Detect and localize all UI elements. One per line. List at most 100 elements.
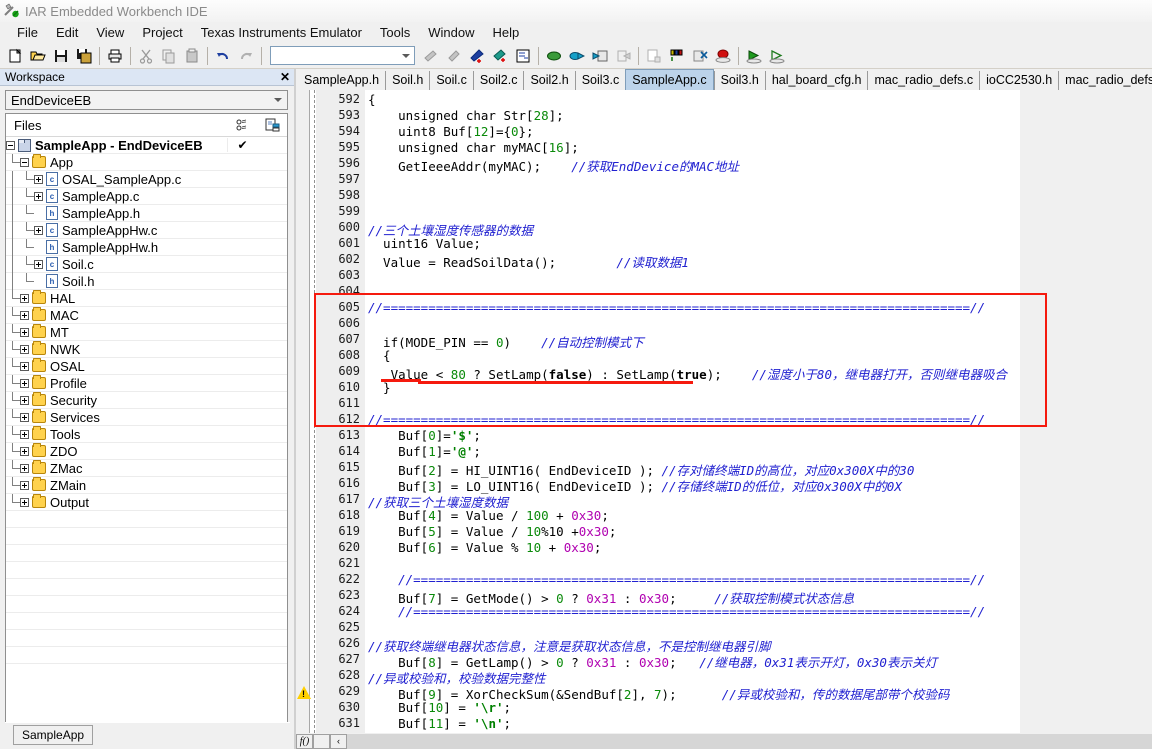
code-line[interactable]: uint16 Value; — [368, 236, 481, 251]
tree-item-mt[interactable]: MT — [6, 323, 287, 341]
tree-item-nwk[interactable]: NWK — [6, 340, 287, 358]
tree-item-profile[interactable]: Profile — [6, 374, 287, 392]
tree-item-mac[interactable]: MAC — [6, 306, 287, 324]
make-icon[interactable] — [566, 45, 588, 67]
code-line[interactable]: //======================================… — [368, 572, 985, 587]
expand-icon[interactable] — [20, 293, 29, 303]
tree-item-zmac[interactable]: ZMac — [6, 459, 287, 477]
expand-icon[interactable] — [20, 395, 29, 405]
code-line[interactable]: { — [368, 348, 391, 363]
code-line[interactable]: unsigned char myMAC[16]; — [368, 140, 579, 155]
editor-tab-mac-radio-defs-c[interactable]: mac_radio_defs.c — [867, 71, 980, 90]
breakpoint-gutter[interactable] — [296, 90, 310, 733]
expand-icon[interactable] — [34, 174, 43, 184]
code-line[interactable]: Buf[10] = '\r'; — [368, 700, 511, 715]
scroll-misc-button[interactable] — [313, 733, 330, 749]
menu-help[interactable]: Help — [484, 23, 529, 42]
copy-icon[interactable] — [158, 45, 180, 67]
code-line[interactable]: Value = ReadSoilData(); //读取数据1 — [368, 252, 689, 271]
expand-icon[interactable] — [20, 463, 29, 473]
editor-tab-soil3-c[interactable]: Soil3.c — [574, 71, 626, 90]
find-icon[interactable] — [420, 45, 442, 67]
download-and-debug-icon[interactable] — [743, 45, 765, 67]
editor-tab-soil-h[interactable]: Soil.h — [385, 71, 430, 90]
tree-item-security[interactable]: Security — [6, 391, 287, 409]
cut-icon[interactable] — [135, 45, 157, 67]
tree-item-zdo[interactable]: ZDO — [6, 442, 287, 460]
code-line[interactable]: uint8 Buf[12]={0}; — [368, 124, 534, 139]
goto-bookmark-icon[interactable] — [512, 45, 534, 67]
bookmark-toggle-icon[interactable] — [666, 45, 688, 67]
expand-icon[interactable] — [34, 191, 43, 201]
expand-icon[interactable] — [34, 225, 43, 235]
code-line[interactable]: Buf[0]='$'; — [368, 428, 481, 443]
find-previous-icon[interactable] — [466, 45, 488, 67]
editor-tab-sampleapp-h[interactable]: SampleApp.h — [298, 71, 386, 90]
menu-file[interactable]: File — [8, 23, 47, 42]
toggle-breakpoint-icon[interactable] — [643, 45, 665, 67]
code-line[interactable]: } — [368, 380, 391, 395]
editor-tab-soil2-c[interactable]: Soil2.c — [472, 71, 524, 90]
expand-icon[interactable] — [20, 412, 29, 422]
tree-item-zmain[interactable]: ZMain — [6, 476, 287, 494]
expand-icon[interactable] — [20, 327, 29, 337]
expand-icon[interactable] — [20, 446, 29, 456]
horizontal-scrollbar[interactable]: f() ‹ — [296, 733, 1152, 749]
menu-view[interactable]: View — [87, 23, 133, 42]
rebuild-all-icon[interactable] — [589, 45, 611, 67]
find-next-icon[interactable] — [443, 45, 465, 67]
save-all-icon[interactable] — [73, 45, 95, 67]
exclude-from-build-icon[interactable] — [257, 118, 287, 133]
compile-icon[interactable] — [543, 45, 565, 67]
warning-triangle-icon[interactable] — [297, 686, 311, 699]
code-line[interactable]: GetIeeeAddr(myMAC); //获取EndDevice的MAC地址 — [368, 156, 739, 175]
editor-tab-hal-board-cfg-h[interactable]: hal_board_cfg.h — [764, 71, 868, 90]
new-document-icon[interactable] — [4, 45, 26, 67]
workspace-tab-sampleapp[interactable]: SampleApp — [13, 725, 94, 745]
menu-project[interactable]: Project — [133, 23, 191, 42]
collapse-icon[interactable] — [20, 157, 29, 167]
expand-icon[interactable] — [34, 259, 43, 269]
menu-window[interactable]: Window — [419, 23, 483, 42]
close-icon[interactable]: ✕ — [280, 70, 290, 84]
expand-icon[interactable] — [20, 378, 29, 388]
save-icon[interactable] — [50, 45, 72, 67]
project-tree[interactable]: Files SampleApp - EndDeviceEB ✔ App c OSAL_S… — [5, 113, 288, 733]
expand-icon[interactable] — [20, 310, 29, 320]
tree-item-sampleapp-c[interactable]: c SampleApp.c — [6, 187, 287, 205]
tree-item-osal[interactable]: OSAL — [6, 357, 287, 375]
tree-item-soil-h[interactable]: h Soil.h — [6, 272, 287, 290]
tree-item-soil-c[interactable]: c Soil.c — [6, 255, 287, 273]
clear-breakpoints-icon[interactable] — [689, 45, 711, 67]
replace-icon[interactable] — [489, 45, 511, 67]
code-line[interactable]: Buf[11] = '\n'; — [368, 716, 511, 731]
expand-icon[interactable] — [20, 429, 29, 439]
code-line[interactable]: Buf[5] = Value / 10%10 +0x30; — [368, 524, 616, 539]
code-line[interactable]: //======================================… — [368, 300, 985, 315]
tree-item-osal-sampleapp-c[interactable]: c OSAL_SampleApp.c — [6, 170, 287, 188]
code-line[interactable]: unsigned char Str[28]; — [368, 108, 564, 123]
open-folder-icon[interactable] — [27, 45, 49, 67]
code-line[interactable]: Value < 80 ? SetLamp(false) : SetLamp(tr… — [368, 364, 1007, 383]
code-line[interactable]: if(MODE_PIN == 0) //自动控制模式下 — [368, 332, 644, 351]
expand-icon[interactable] — [20, 361, 29, 371]
stop-build-icon[interactable] — [612, 45, 634, 67]
code-line[interactable]: Buf[1]='@'; — [368, 444, 481, 459]
expand-icon[interactable] — [20, 497, 29, 507]
code-line[interactable]: //======================================… — [368, 412, 985, 427]
build-order-icon[interactable] — [227, 118, 257, 133]
menu-tools[interactable]: Tools — [371, 23, 419, 42]
editor-tab-sampleapp-c[interactable]: SampleApp.c — [625, 69, 714, 90]
editor-tab-soil-c[interactable]: Soil.c — [429, 71, 473, 90]
code-line[interactable]: Buf[6] = Value % 10 + 0x30; — [368, 540, 601, 555]
tree-item-tools[interactable]: Tools — [6, 425, 287, 443]
tree-item-services[interactable]: Services — [6, 408, 287, 426]
scroll-left-button[interactable]: ‹ — [330, 733, 347, 749]
menu-edit[interactable]: Edit — [47, 23, 87, 42]
tree-item-output[interactable]: Output — [6, 493, 287, 511]
tree-item-sampleapphw-h[interactable]: h SampleAppHw.h — [6, 238, 287, 256]
menu-texas-instruments-emulator[interactable]: Texas Instruments Emulator — [192, 23, 371, 42]
tree-item-sampleapp-enddeviceeb[interactable]: SampleApp - EndDeviceEB ✔ — [6, 137, 287, 154]
editor-tab-soil3-h[interactable]: Soil3.h — [713, 71, 765, 90]
debug-without-download-icon[interactable] — [766, 45, 788, 67]
